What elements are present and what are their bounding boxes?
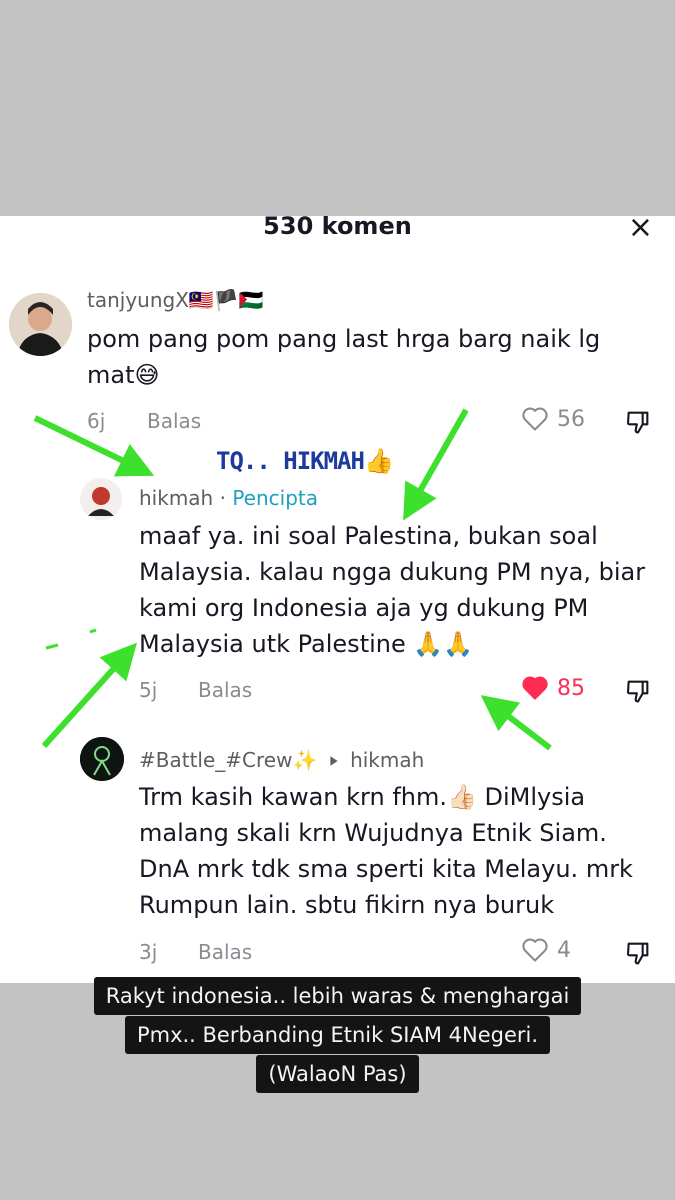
stray-dash	[89, 628, 97, 634]
caption-line-3: (WalaoN Pas)	[0, 1055, 675, 1093]
arrow-4	[480, 695, 552, 751]
arrow-2	[403, 408, 469, 521]
caption-text: Pmx.. Berbanding Etnik SIAM 4Negeri.	[124, 1016, 551, 1054]
caption-line-1: Rakyt indonesia.. lebih waras & mengharg…	[0, 977, 675, 1015]
caption-line-2: Pmx.. Berbanding Etnik SIAM 4Negeri.	[0, 1016, 675, 1054]
arrow-1	[33, 415, 155, 477]
stray-dash	[45, 643, 59, 650]
caption-text: (WalaoN Pas)	[256, 1055, 419, 1093]
arrow-3	[41, 642, 138, 749]
caption-text: Rakyt indonesia.. lebih waras & mengharg…	[93, 977, 582, 1015]
